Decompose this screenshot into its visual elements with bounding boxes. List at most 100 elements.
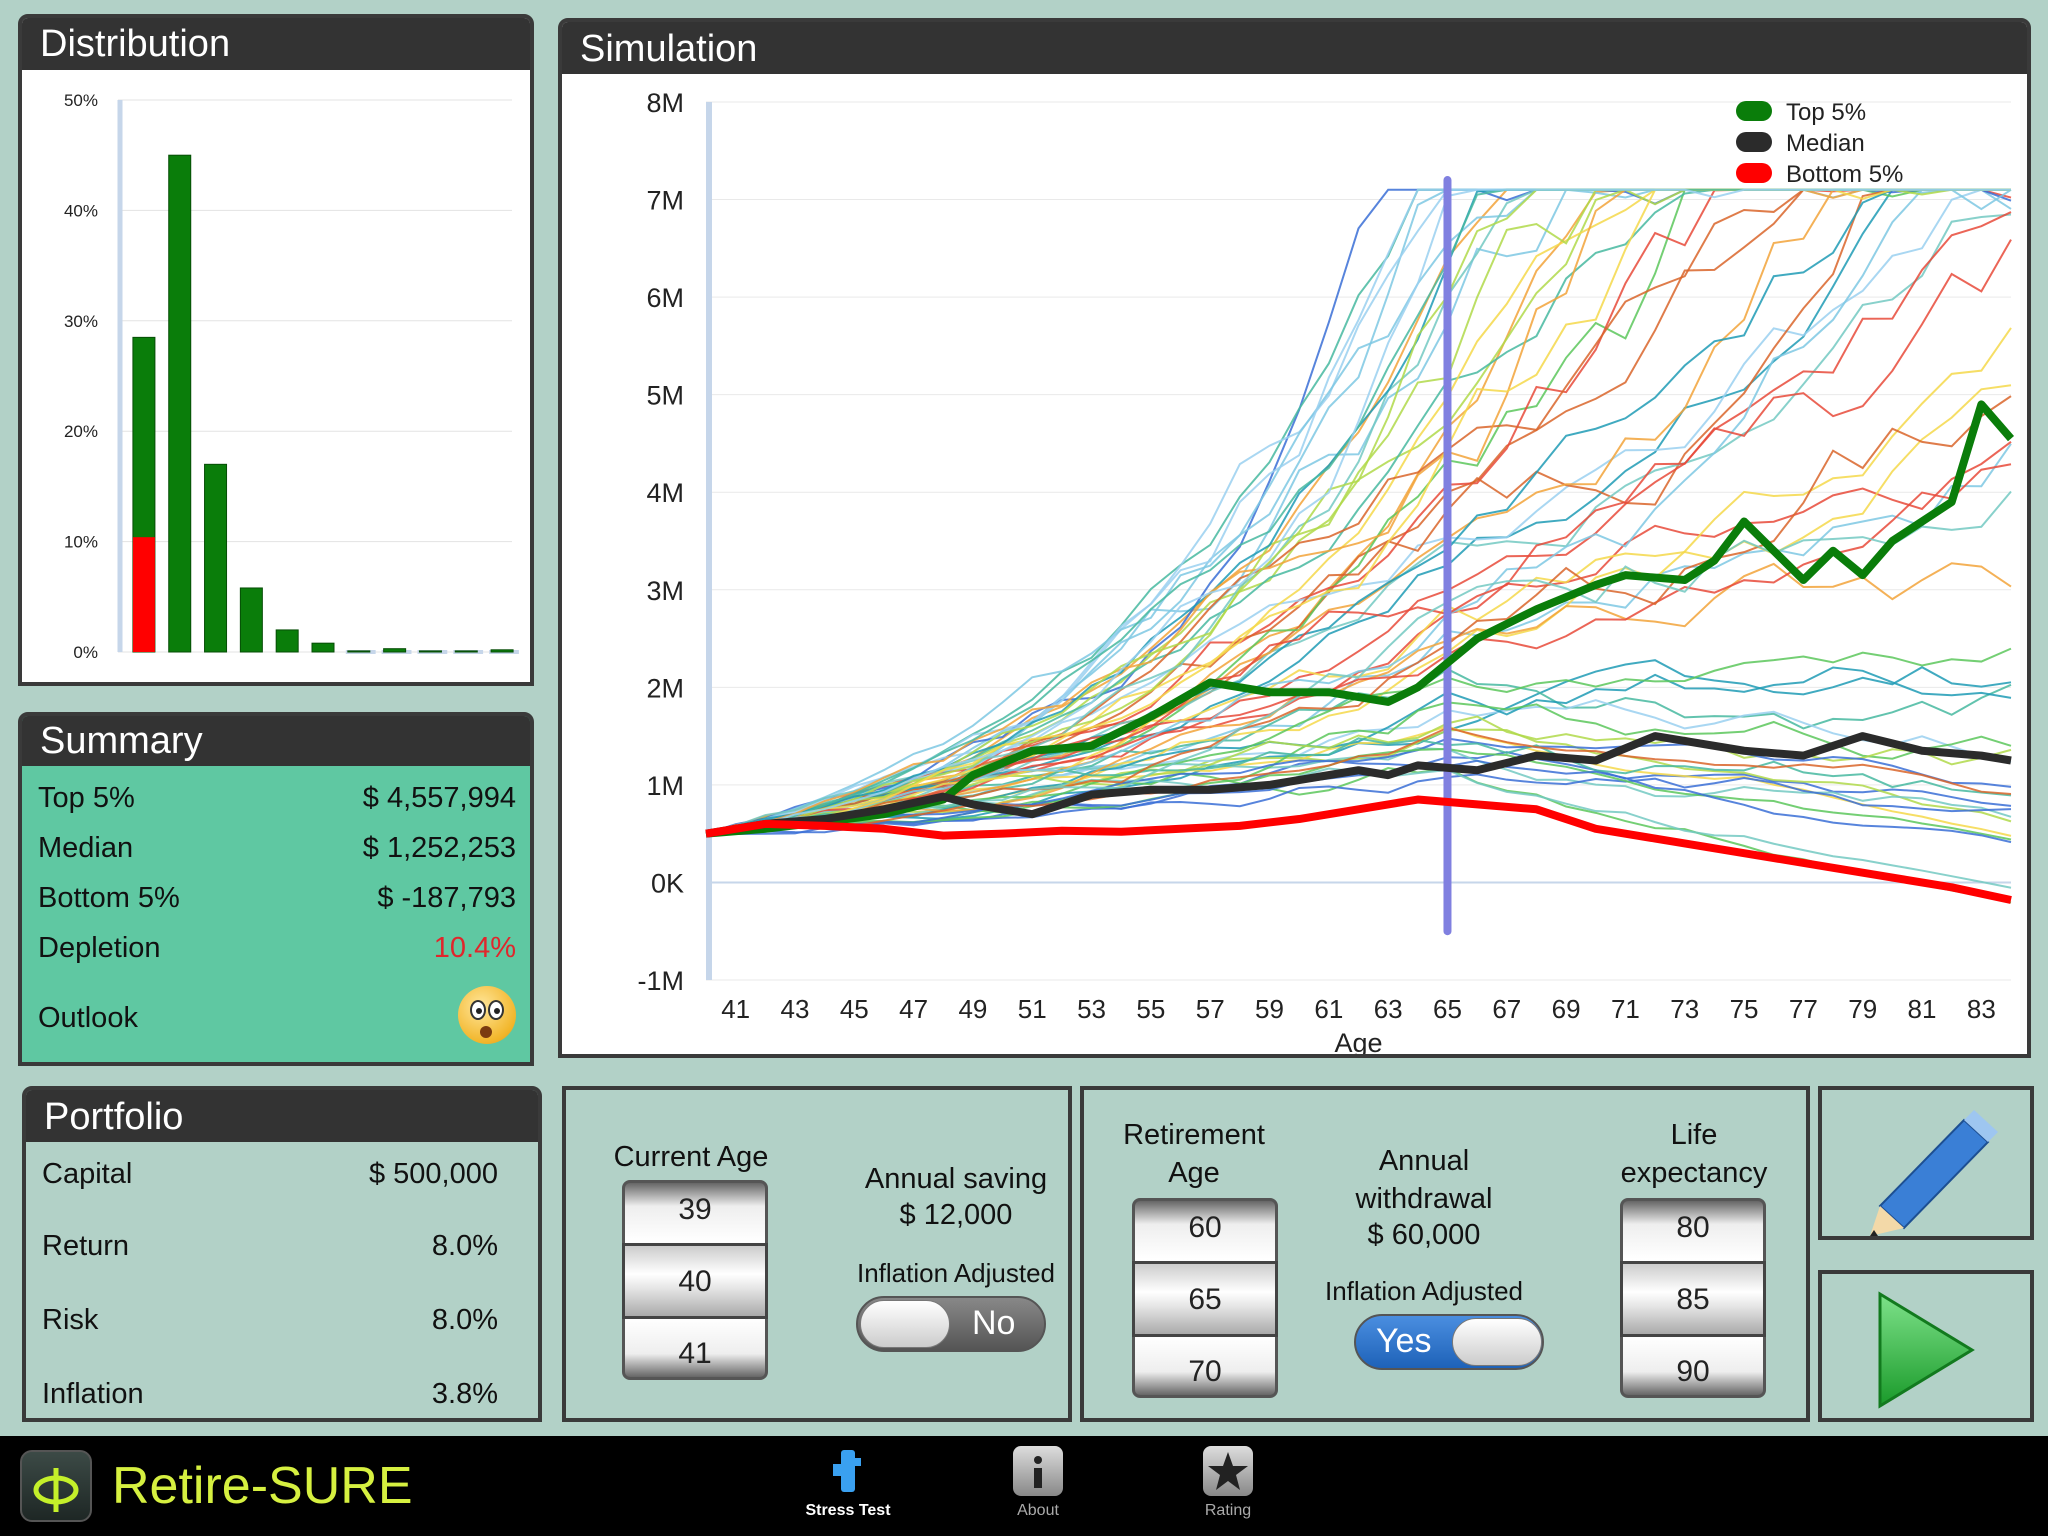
tab-about[interactable]: About xyxy=(978,1446,1098,1530)
y-tick-label: 4M xyxy=(646,478,684,508)
bar xyxy=(490,649,514,653)
y-tick-label: 5M xyxy=(646,381,684,411)
legend-swatch xyxy=(1736,132,1772,152)
y-tick-label: 10% xyxy=(64,533,98,552)
bar-depleted xyxy=(132,537,155,652)
distribution-panel: Distribution 0% 10% 20% 30% 40% 50% xyxy=(18,14,534,686)
bar xyxy=(418,650,442,653)
y-tick-label: 3M xyxy=(646,576,684,606)
x-tick-label: 67 xyxy=(1492,994,1521,1024)
withdrawal-value[interactable]: $ 60,000 xyxy=(1314,1216,1534,1254)
summary-label: Median xyxy=(38,832,134,864)
picker-option[interactable]: 39 xyxy=(625,1193,765,1227)
portfolio-row-inflation: Inflation 3.8% xyxy=(42,1378,524,1411)
portfolio-row-risk: Risk 8.0% xyxy=(42,1304,524,1337)
portfolio-label: Risk xyxy=(42,1304,99,1336)
withdrawal-inflation-toggle[interactable]: Yes xyxy=(1354,1314,1544,1370)
portfolio-label: Inflation xyxy=(42,1378,144,1410)
x-tick-label: 79 xyxy=(1848,994,1877,1024)
current-age-picker[interactable]: 39 40 41 xyxy=(622,1180,768,1380)
distribution-chart: 0% 10% 20% 30% 40% 50% xyxy=(64,91,519,662)
legend-label: Median xyxy=(1786,130,1865,157)
portfolio-panel[interactable]: Portfolio Capital $ 500,000 Return 8.0% … xyxy=(22,1086,542,1422)
picker-option-selected[interactable]: 65 xyxy=(1135,1283,1275,1317)
x-tick-label: 47 xyxy=(899,994,928,1024)
x-tick-label: 49 xyxy=(958,994,987,1024)
portfolio-label: Capital xyxy=(42,1158,133,1190)
y-tick-label: 0K xyxy=(651,868,684,898)
bar xyxy=(239,587,263,653)
y-tick-label: 20% xyxy=(64,422,98,441)
x-tick-label: 53 xyxy=(1077,994,1106,1024)
simulation-path xyxy=(705,239,2012,835)
saving-inflation-toggle[interactable]: No xyxy=(856,1296,1046,1352)
portfolio-row-capital: Capital $ 500,000 xyxy=(42,1158,524,1191)
legend-swatch xyxy=(1736,163,1772,183)
y-tick-label: 30% xyxy=(64,312,98,331)
summary-panel: Summary Top 5% $ 4,557,994 Median $ 1,25… xyxy=(18,712,534,1066)
pencil-icon xyxy=(1870,1110,1998,1236)
bar xyxy=(311,642,335,653)
tab-rating[interactable]: Rating xyxy=(1168,1446,1288,1530)
portfolio-title: Portfolio xyxy=(26,1090,538,1142)
surprised-face-icon xyxy=(458,986,516,1044)
picker-option[interactable]: 60 xyxy=(1135,1211,1275,1245)
picker-option-selected[interactable]: 40 xyxy=(625,1265,765,1299)
x-tick-label: 55 xyxy=(1136,994,1165,1024)
summary-label: Outlook xyxy=(38,1001,138,1034)
retirement-age-label-2: Age xyxy=(1168,1157,1220,1189)
x-tick-label: 57 xyxy=(1196,994,1225,1024)
retirement-settings-box: Retirement Age 60 65 70 Annual withdrawa… xyxy=(1080,1086,1810,1422)
life-expectancy-label-2: expectancy xyxy=(1620,1157,1768,1189)
tab-stress-test[interactable]: Stress Test xyxy=(788,1446,908,1530)
bar xyxy=(383,648,407,653)
portfolio-value: 8.0% xyxy=(431,1230,498,1262)
x-tick-label: 59 xyxy=(1255,994,1284,1024)
tab-label: About xyxy=(1017,1502,1059,1519)
withdrawal-label: Annual xyxy=(1378,1145,1470,1177)
edit-button[interactable] xyxy=(1818,1086,2034,1240)
x-tick-label: 65 xyxy=(1433,994,1462,1024)
retirement-age-picker[interactable]: 60 65 70 xyxy=(1132,1198,1278,1398)
summary-label: Top 5% xyxy=(38,782,135,814)
portfolio-value: 8.0% xyxy=(431,1304,498,1336)
y-tick-label: 8M xyxy=(646,88,684,118)
depletion-value: 10.4% xyxy=(433,932,516,964)
summary-row-outlook: Outlook xyxy=(38,986,516,1044)
x-tick-label: 41 xyxy=(721,994,750,1024)
life-expectancy-picker[interactable]: 80 85 90 xyxy=(1620,1198,1766,1398)
picker-option[interactable]: 70 xyxy=(1135,1355,1275,1389)
withdrawal-label-2: withdrawal xyxy=(1355,1183,1493,1215)
x-tick-label: 45 xyxy=(840,994,869,1024)
x-tick-label: 43 xyxy=(781,994,810,1024)
picker-option[interactable]: 80 xyxy=(1623,1211,1763,1245)
star-icon xyxy=(1203,1446,1253,1496)
summary-row-bottom: Bottom 5% $ -187,793 xyxy=(38,882,516,915)
x-tick-label: 63 xyxy=(1374,994,1403,1024)
portfolio-value: 3.8% xyxy=(431,1378,498,1410)
x-tick-label: 77 xyxy=(1789,994,1818,1024)
simulation-chart: -1M 0K 1M 2M 3M 4M 5M 6M 7M 8M 41 43 45 47 49 51 53 55 57 5… xyxy=(638,88,2015,1054)
bar xyxy=(347,650,371,653)
x-tick-label: 69 xyxy=(1552,994,1581,1024)
summary-title: Summary xyxy=(22,716,530,766)
tab-label: Stress Test xyxy=(805,1502,891,1519)
x-tick-label: 83 xyxy=(1967,994,1996,1024)
x-tick-label: 61 xyxy=(1314,994,1343,1024)
portfolio-value: $ 500,000 xyxy=(368,1158,498,1190)
annual-saving-label: Annual saving xyxy=(864,1163,1048,1195)
annual-saving-value[interactable]: $ 12,000 xyxy=(846,1196,1066,1234)
x-tick-label: 51 xyxy=(1018,994,1047,1024)
bar xyxy=(275,629,299,653)
picker-option[interactable]: 41 xyxy=(625,1337,765,1371)
saving-inflation-label: Inflation Adjusted xyxy=(856,1258,1056,1288)
y-tick-label: 0% xyxy=(73,643,98,662)
picker-option-selected[interactable]: 85 xyxy=(1623,1283,1763,1317)
life-expectancy-label: Life xyxy=(1670,1119,1718,1151)
bar xyxy=(168,154,192,653)
run-simulation-button[interactable] xyxy=(1818,1270,2034,1422)
summary-row-top: Top 5% $ 4,557,994 xyxy=(38,782,516,815)
distribution-title: Distribution xyxy=(22,18,530,70)
picker-option[interactable]: 90 xyxy=(1623,1355,1763,1389)
simulation-title: Simulation xyxy=(562,22,2027,74)
